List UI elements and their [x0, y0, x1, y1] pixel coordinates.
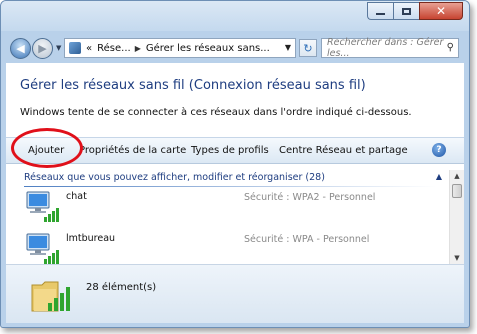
- titlebar: ✕: [1, 1, 469, 31]
- add-button[interactable]: Ajouter: [28, 145, 64, 156]
- network-security: Sécurité : WPA - Personnel: [244, 234, 370, 245]
- maximize-button[interactable]: [393, 2, 419, 20]
- scroll-thumb[interactable]: [452, 184, 462, 198]
- search-placeholder: Rechercher dans : Gérer les...: [327, 37, 444, 59]
- caption-buttons: ✕: [367, 2, 463, 20]
- collapse-icon[interactable]: ▲: [436, 172, 442, 181]
- breadcrumb-overflow[interactable]: «: [86, 43, 92, 54]
- network-item-chat[interactable]: chat Sécurité : WPA2 - Personnel: [24, 190, 434, 230]
- forward-button[interactable]: ▶: [32, 38, 53, 59]
- scroll-up-button[interactable]: ▲: [450, 170, 464, 182]
- group-header[interactable]: Réseaux que vous pouvez afficher, modifi…: [24, 172, 325, 183]
- network-name: chat: [66, 191, 87, 202]
- group-divider: [24, 186, 436, 187]
- minimize-button[interactable]: [367, 2, 393, 20]
- profile-types-button[interactable]: Types de profils: [191, 145, 269, 156]
- window: ✕ ◀ ▶ ▼ « Rése... ▶ Gérer les réseaux sa…: [0, 0, 470, 328]
- network-list: Réseaux que vous pouvez afficher, modifi…: [6, 164, 464, 264]
- recent-pages-button[interactable]: ▼: [56, 44, 61, 52]
- network-name: lmtbureau: [66, 233, 116, 244]
- control-panel-icon: [69, 42, 81, 54]
- wireless-network-icon: [26, 233, 59, 264]
- maximize-icon: [402, 7, 411, 15]
- search-input[interactable]: Rechercher dans : Gérer les... ⚲: [321, 37, 459, 59]
- vertical-scrollbar[interactable]: ▲ ▼: [449, 170, 464, 264]
- help-icon: ?: [436, 145, 442, 155]
- network-folder-icon: [31, 281, 70, 312]
- address-bar[interactable]: « Rése... ▶ Gérer les réseaux sans... ▼: [64, 38, 296, 58]
- breadcrumb-network[interactable]: Rése...: [97, 43, 131, 54]
- close-icon: ✕: [435, 4, 447, 18]
- help-button[interactable]: ?: [432, 143, 446, 157]
- network-security: Sécurité : WPA2 - Personnel: [244, 192, 376, 203]
- navigation-bar: ◀ ▶ ▼ « Rése... ▶ Gérer les réseaux sans…: [1, 31, 469, 63]
- back-icon: ◀: [16, 42, 25, 55]
- page-description: Windows tente de se connecter à ces rése…: [20, 107, 412, 118]
- forward-icon: ▶: [38, 42, 47, 55]
- item-count: 28 élément(s): [86, 282, 157, 293]
- adapter-properties-button[interactable]: Propriétés de la carte: [79, 145, 186, 156]
- breadcrumb-manage-wireless[interactable]: Gérer les réseaux sans...: [146, 43, 270, 54]
- refresh-button[interactable]: ↻: [299, 39, 317, 57]
- chevron-down-icon[interactable]: ▼: [285, 43, 291, 52]
- network-center-button[interactable]: Centre Réseau et partage: [279, 145, 408, 156]
- command-bar: Ajouter Propriétés de la carte Types de …: [6, 137, 464, 164]
- refresh-icon: ↻: [303, 41, 313, 55]
- back-button[interactable]: ◀: [10, 38, 31, 59]
- search-icon[interactable]: ⚲: [447, 42, 454, 53]
- chevron-right-icon[interactable]: ▶: [135, 44, 141, 53]
- status-bar: 28 élément(s): [6, 264, 464, 323]
- wireless-network-icon: [26, 191, 59, 222]
- page-title: Gérer les réseaux sans fil (Connexion ré…: [20, 78, 366, 93]
- minimize-icon: [376, 13, 385, 15]
- scroll-down-button[interactable]: ▼: [450, 252, 464, 264]
- close-button[interactable]: ✕: [419, 2, 463, 20]
